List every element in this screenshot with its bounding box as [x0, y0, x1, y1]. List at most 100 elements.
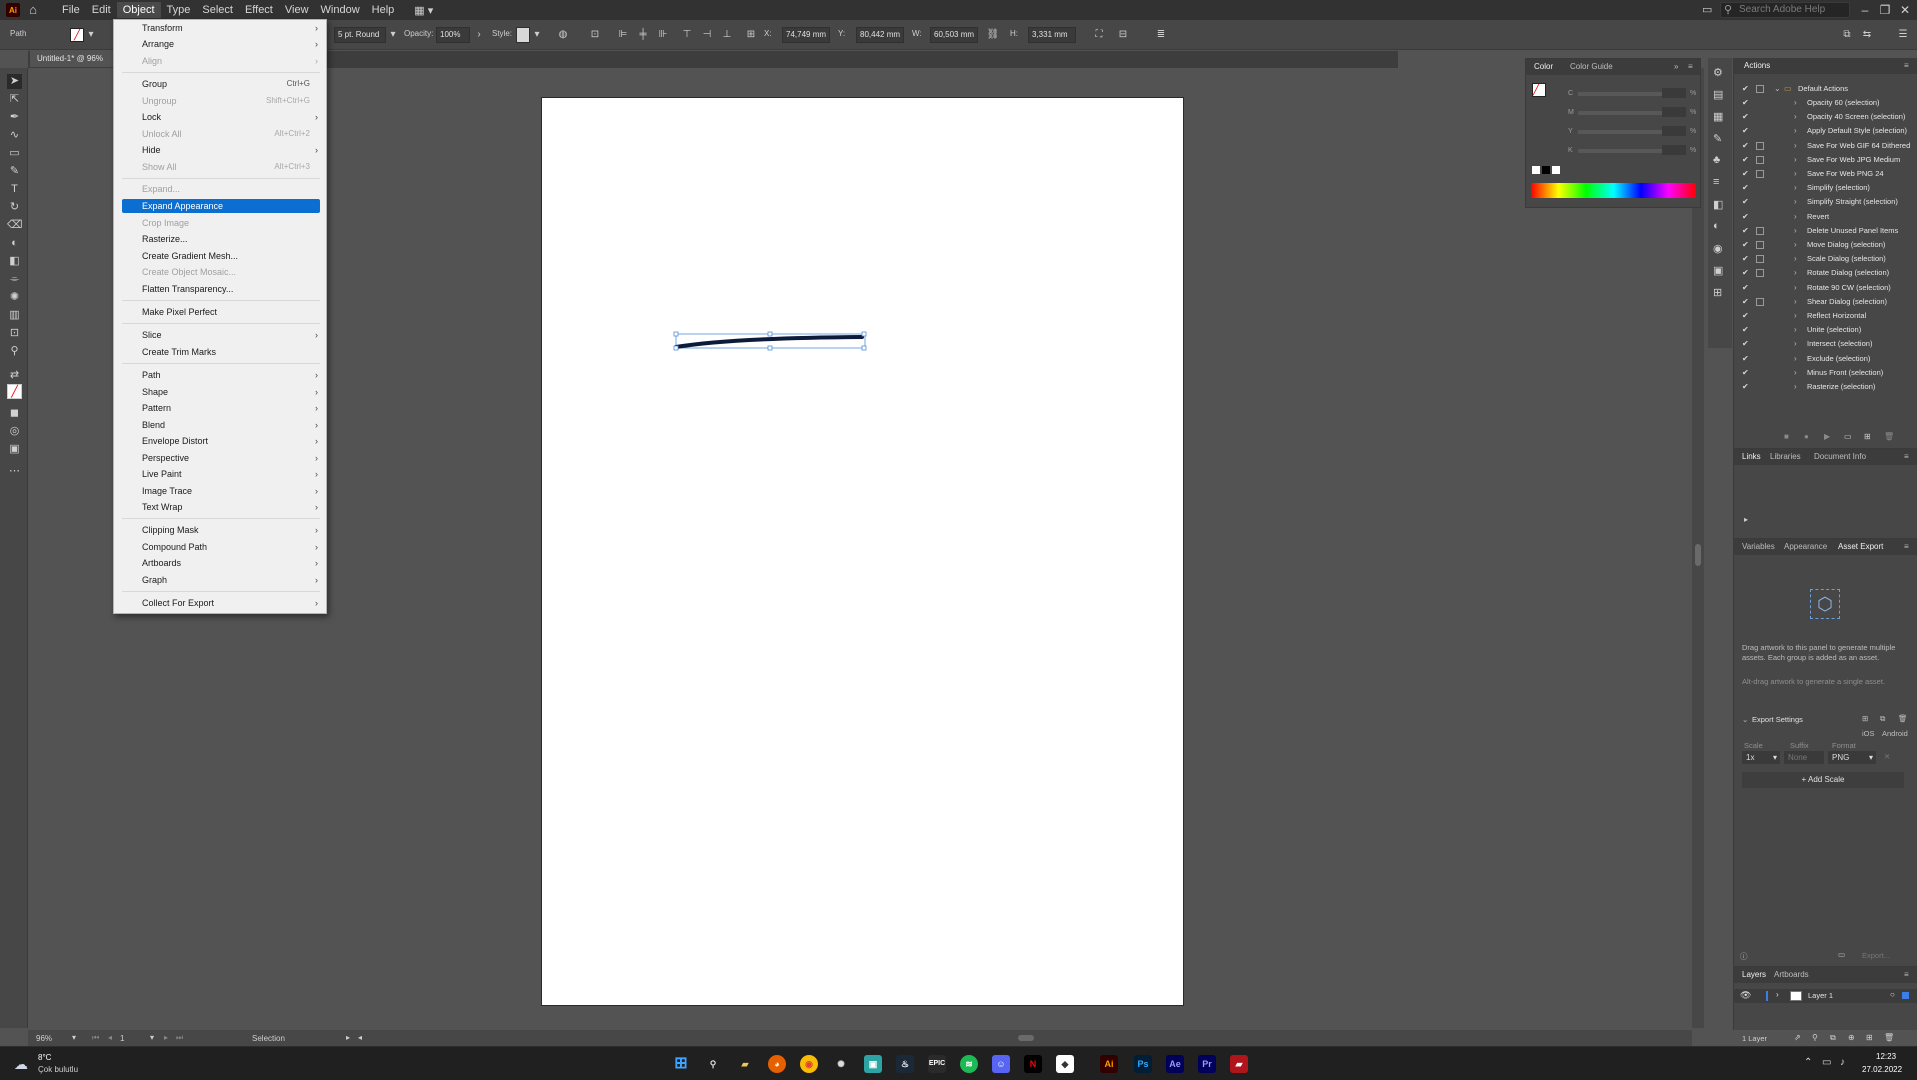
tab-asset-export[interactable]: Asset Export	[1838, 542, 1883, 551]
menu-view[interactable]: View	[279, 2, 315, 18]
check-icon[interactable]: ✔	[1742, 110, 1749, 124]
scroll-left-icon[interactable]: ◂	[358, 1033, 362, 1042]
menu-item-envelope-distort[interactable]: Envelope Distort ›	[122, 434, 320, 448]
new-sublayer-icon[interactable]: ⊕	[1848, 1033, 1855, 1042]
dialog-toggle-icon[interactable]	[1756, 269, 1764, 278]
tab-layers[interactable]: Layers	[1742, 970, 1766, 979]
rectangle-tool-icon[interactable]: ▭	[7, 146, 22, 161]
check-icon[interactable]: ✔	[1742, 266, 1749, 280]
w-field[interactable]: 60,503 mm	[930, 27, 978, 43]
menu-item-group[interactable]: Group Ctrl+G	[122, 77, 320, 91]
align-center-icon[interactable]: ╪	[636, 28, 650, 42]
expand-arrow-icon[interactable]: ›	[1794, 167, 1797, 181]
artboard[interactable]	[541, 97, 1184, 1006]
menu-item-expand-appearance[interactable]: Expand Appearance	[122, 199, 320, 213]
style-swatch[interactable]	[516, 27, 530, 43]
menu-item-make-pixel-perfect[interactable]: Make Pixel Perfect	[122, 305, 320, 319]
expand-arrow-icon[interactable]: ›	[1794, 252, 1797, 266]
tab-actions[interactable]: Actions	[1744, 61, 1770, 70]
windows-start-icon[interactable]: ⊞	[672, 1055, 690, 1073]
close-icon[interactable]: ✕	[1895, 2, 1915, 18]
export-for-screens-icon[interactable]: ▭	[1838, 950, 1845, 959]
menu-item-path[interactable]: Path ›	[122, 368, 320, 382]
menu-item-artboards[interactable]: Artboards ›	[122, 556, 320, 570]
symbols-icon[interactable]: ♣	[1713, 154, 1720, 166]
swap-colors-icon[interactable]: ⇄	[7, 368, 22, 383]
zoom-tool-icon[interactable]: ⚲	[7, 344, 22, 359]
stop-icon[interactable]: ■	[1784, 432, 1789, 441]
expand-arrow-icon[interactable]: ›	[1794, 124, 1797, 138]
action-row[interactable]: ✔ › Reflect Horizontal	[1734, 309, 1917, 323]
menu-item-graph[interactable]: Graph ›	[122, 573, 320, 587]
expand-arrow-icon[interactable]: ›	[1794, 380, 1797, 394]
dialog-toggle-icon[interactable]	[1756, 255, 1764, 264]
check-icon[interactable]: ✔	[1742, 224, 1749, 238]
after-effects-icon[interactable]: Ae	[1166, 1055, 1184, 1073]
dialog-toggle-icon[interactable]	[1756, 155, 1764, 164]
selection-tool-icon[interactable]: ➤	[7, 74, 22, 89]
check-icon[interactable]: ✔	[1742, 352, 1749, 366]
menu-item-rasterize[interactable]: Rasterize...	[122, 232, 320, 246]
expand-arrow-icon[interactable]: ›	[1794, 266, 1797, 280]
chevron-down-icon[interactable]: ⌄	[1742, 715, 1748, 724]
properties-icon[interactable]: ⚙	[1713, 66, 1723, 79]
ios-preset-icon[interactable]: ⊞	[1862, 714, 1868, 723]
home-icon[interactable]: ⌂	[26, 3, 40, 17]
menu-item-shape[interactable]: Shape ›	[122, 385, 320, 399]
x-field[interactable]: 74,749 mm	[782, 27, 830, 43]
menu-item-blend[interactable]: Blend ›	[122, 418, 320, 432]
action-row[interactable]: ✔ › Minus Front (selection)	[1734, 366, 1917, 380]
menu-type[interactable]: Type	[161, 2, 197, 18]
action-row[interactable]: ✔ › Opacity 60 (selection)	[1734, 96, 1917, 110]
search-input[interactable]: Search Adobe Help	[1720, 2, 1850, 18]
swatches-icon[interactable]: ▦	[1713, 110, 1723, 123]
expand-arrow-icon[interactable]: ›	[1794, 309, 1797, 323]
artboard-tool-icon[interactable]: ⊡	[7, 326, 22, 341]
expand-arrow-icon[interactable]: ▸	[1744, 515, 1748, 524]
horizontal-scroll-thumb[interactable]	[1018, 1035, 1034, 1041]
panel-menu-icon[interactable]: ≡	[1904, 452, 1909, 461]
target-icon[interactable]: ○	[1890, 990, 1895, 999]
menu-item-align[interactable]: Align ›	[122, 54, 320, 68]
eye-icon[interactable]: 👁	[1740, 990, 1751, 1001]
layer-row[interactable]: 👁 › Layer 1 ○	[1734, 989, 1917, 1003]
record-icon[interactable]: ●	[1804, 432, 1809, 441]
check-icon[interactable]: ✔	[1742, 309, 1749, 323]
shape-builder-tool-icon[interactable]: ◐	[7, 236, 22, 251]
illustrator-icon[interactable]: Ai	[1100, 1055, 1118, 1073]
action-row[interactable]: ✔ › Rotate Dialog (selection)	[1734, 266, 1917, 280]
netflix-icon[interactable]: N	[1024, 1055, 1042, 1073]
shape-options-icon[interactable]: ⊟	[1116, 28, 1130, 42]
channel-k-slider[interactable]	[1578, 149, 1674, 153]
action-row[interactable]: ✔ › Exclude (selection)	[1734, 352, 1917, 366]
artboard-number[interactable]: 1	[120, 1034, 124, 1043]
expand-arrow-icon[interactable]: ›	[1794, 210, 1797, 224]
arrange-icon[interactable]: ⇆	[1860, 28, 1874, 42]
dialog-toggle-icon[interactable]	[1756, 170, 1764, 178]
expand-arrow-icon[interactable]: ›	[1794, 96, 1797, 110]
check-icon[interactable]: ✔	[1742, 238, 1749, 252]
format-dropdown[interactable]: PNG ▾	[1828, 751, 1876, 764]
h-field[interactable]: 3,331 mm	[1028, 27, 1076, 43]
menu-effect[interactable]: Effect	[239, 2, 279, 18]
first-artboard-icon[interactable]: ⏮	[92, 1033, 99, 1043]
channel-k-field[interactable]	[1662, 145, 1686, 155]
channel-m-field[interactable]	[1662, 107, 1686, 117]
expand-arrow-icon[interactable]: ›	[1794, 153, 1797, 167]
volume-icon[interactable]: ♪	[1840, 1057, 1845, 1068]
graphic-styles-icon[interactable]: ▣	[1713, 264, 1723, 277]
weather-icon[interactable]: ☁	[14, 1056, 28, 1073]
tab-color[interactable]: Color	[1534, 62, 1553, 71]
eraser-tool-icon[interactable]: ⌫	[7, 218, 23, 233]
collapse-icon[interactable]: »	[1674, 62, 1678, 71]
check-icon[interactable]: ✔	[1742, 181, 1749, 195]
stroke-icon[interactable]: ≡	[1713, 176, 1719, 188]
check-icon[interactable]: ✔	[1742, 295, 1749, 309]
menu-file[interactable]: File	[56, 2, 86, 18]
action-row[interactable]: ✔ › Rasterize (selection)	[1734, 380, 1917, 394]
check-icon[interactable]: ✔	[1742, 167, 1749, 181]
align-to-icon[interactable]: ⊡	[588, 28, 602, 42]
isolate-icon[interactable]: ⛶	[1092, 28, 1106, 42]
expand-arrow-icon[interactable]: ›	[1794, 337, 1797, 351]
panel-menu-icon[interactable]: ≡	[1904, 61, 1909, 70]
